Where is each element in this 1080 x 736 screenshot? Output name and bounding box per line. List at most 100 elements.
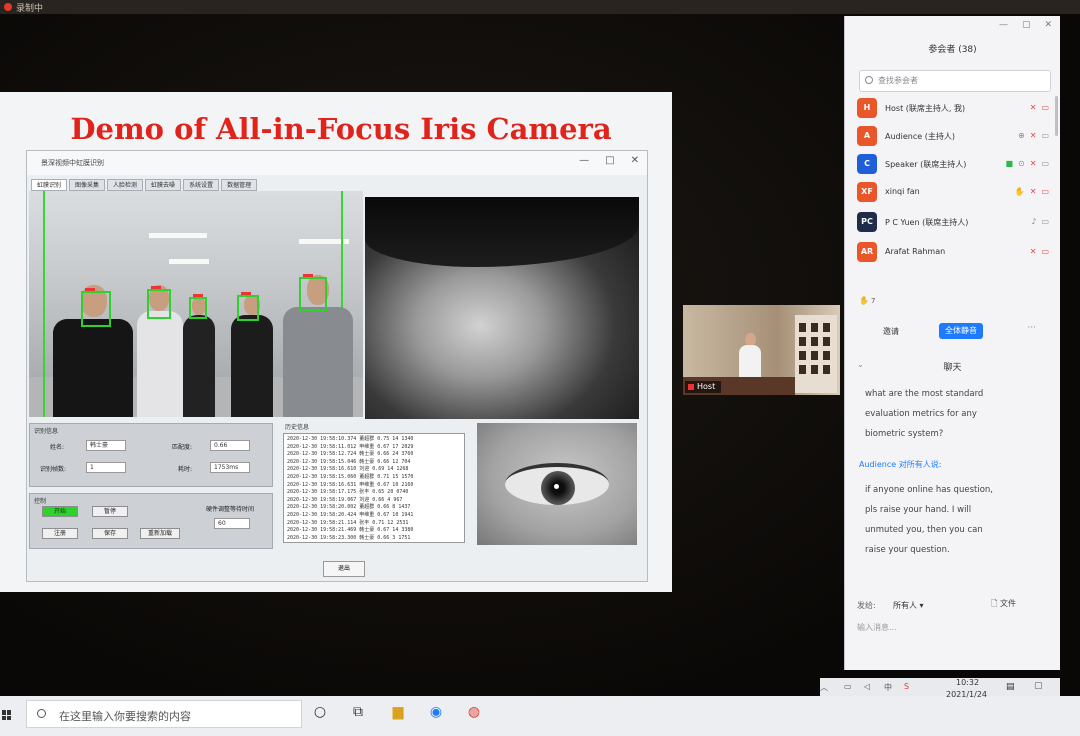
participant-row[interactable]: H Host (联席主持人, 我) ✕ ▭ <box>857 96 1053 122</box>
taskbar-search-input[interactable]: 在这里输入你要搜索的内容 <box>26 700 302 728</box>
log-line: 2020-12-30 19:58:15.060 董超群 0.71 15 1570 <box>287 473 414 480</box>
face-detection-box <box>189 294 207 319</box>
wait-time-stepper[interactable]: 60 <box>214 518 250 529</box>
app-tabs: 虹膜识别 图像采集 人脸检测 虹膜去噪 系统设置 数据管理 <box>31 179 258 191</box>
zoom-app-icon[interactable]: ◉ <box>426 702 446 722</box>
tab-image-capture[interactable]: 图像采集 <box>69 179 106 191</box>
recording-bar: 录制中 <box>0 0 1080 14</box>
avatar: PC <box>857 212 877 232</box>
send-to-select[interactable]: 所有人 ▾ <box>893 600 924 611</box>
file-button[interactable]: 🗋 文件 <box>991 598 1016 612</box>
participant-row[interactable]: XF xinqi fan ✋ ✕ ▭ <box>857 180 1053 206</box>
recording-label: 录制中 <box>16 4 44 14</box>
log-line: 2020-12-30 19:58:21.114 张丰 0.71 12 2531 <box>287 519 409 526</box>
speaker-icon[interactable]: ◁ <box>864 682 870 691</box>
close-icon[interactable]: ✕ <box>631 155 639 166</box>
chevron-up-icon[interactable]: ︿ <box>820 682 828 693</box>
face-detection-box <box>81 288 111 327</box>
shared-screen: Demo of All-in-Focus Iris Camera 景深视频中虹膜… <box>0 92 672 592</box>
ime-icon[interactable]: 中 <box>884 682 892 693</box>
host-name-tag: Host <box>685 381 722 393</box>
action-center-icon[interactable]: ▢ <box>1034 681 1043 691</box>
avatar: H <box>857 98 877 118</box>
start-button[interactable]: 开始 <box>42 506 78 517</box>
chrome-icon[interactable]: ◍ <box>464 702 484 722</box>
chat-message: if anyone online has question, pls raise… <box>865 485 993 555</box>
clock-time: 10:32 <box>956 678 980 687</box>
app-title: 景深视频中虹膜识别 <box>41 159 104 167</box>
ceiling-light <box>169 259 209 264</box>
reload-button[interactable]: 重新加载 <box>140 528 180 539</box>
close-icon[interactable]: ✕ <box>1044 20 1052 30</box>
maximize-icon[interactable]: ▢ <box>1022 20 1031 30</box>
face-detection-box <box>299 274 327 311</box>
eye <box>505 463 609 505</box>
time-label: 耗时: <box>178 466 193 473</box>
minimize-icon[interactable]: — <box>999 20 1008 30</box>
file-icon: 🗋 <box>991 599 1000 608</box>
notification-icon[interactable]: ▤ <box>1006 682 1015 692</box>
participant-name: P C Yuen (联席主持人) <box>885 218 969 227</box>
name-field: 韩士豪 <box>86 440 126 451</box>
participant-row[interactable]: PC P C Yuen (联席主持人) ♪ ▭ <box>857 210 1053 236</box>
participant-name: Audience (主持人) <box>885 132 955 141</box>
invite-button[interactable]: 邀请 <box>883 326 899 337</box>
maximize-icon[interactable]: □ <box>605 155 614 166</box>
tab-system-settings[interactable]: 系统设置 <box>183 179 220 191</box>
face-detection-box <box>237 292 259 321</box>
register-button[interactable]: 注册 <box>42 528 78 539</box>
tab-iris-recognition[interactable]: 虹膜识别 <box>31 179 68 191</box>
participants-title: 参会者 (38) <box>928 45 977 55</box>
tab-data-management[interactable]: 数据管理 <box>221 179 258 191</box>
mic-muted-icon: ✕ <box>1029 131 1037 140</box>
video-off-icon: ▭ <box>1041 103 1049 112</box>
roi-boundary-left <box>43 191 45 417</box>
video-icon: ▭ <box>1041 217 1049 226</box>
participant-row[interactable]: A Audience (主持人) ⊕ ✕ ▭ <box>857 124 1053 150</box>
system-tray-strip: ︿ ▭ ◁ 中 S ▤ ▢ <box>820 678 1060 696</box>
mic-muted-icon: ✕ <box>1029 103 1037 112</box>
network-icon[interactable]: ▭ <box>844 682 852 691</box>
panel-title: 识别信息 <box>34 428 59 435</box>
file-explorer-icon[interactable]: ▆ <box>388 702 408 722</box>
video-off-icon: ▭ <box>1041 247 1049 256</box>
tab-face-detection[interactable]: 人脸检测 <box>107 179 144 191</box>
participant-name: Host (联席主持人, 我) <box>885 104 966 113</box>
history-title: 历史信息 <box>285 424 310 431</box>
speaker-video-thumbnail[interactable]: Host <box>683 305 840 395</box>
video-icon: ▭ <box>1041 131 1049 140</box>
antivirus-icon[interactable]: S <box>904 682 909 691</box>
participant-name: xinqi fan <box>885 187 920 196</box>
meeting-side-panel: — ▢ ✕ 参会者 (38) 查找参会者 H Host (联席主持人, 我) ✕… <box>844 16 1060 670</box>
task-view-icon[interactable]: ⧉ <box>348 702 368 722</box>
participant-row[interactable]: AR Arafat Rahman ✕ ▭ <box>857 240 1053 266</box>
avatar: C <box>857 154 877 174</box>
participants-scrollbar[interactable] <box>1055 96 1058 136</box>
avatar: XF <box>857 182 877 202</box>
mic-muted-icon: ✕ <box>1029 187 1037 196</box>
pause-button-top[interactable]: 暂停 <box>92 506 128 517</box>
history-log: 2020-12-30 19:58:10.374 董超群 0.75 14 1340… <box>283 433 465 543</box>
windows-start-icon[interactable] <box>2 710 12 720</box>
cortana-icon[interactable]: ○ <box>310 702 330 722</box>
mute-all-button[interactable]: 全体静音 <box>939 323 983 339</box>
scene-camera-view <box>29 191 363 417</box>
file-label: 文件 <box>999 599 1016 608</box>
participant-search-input[interactable]: 查找参会者 <box>859 70 1051 92</box>
more-options-icon[interactable]: ··· <box>1027 323 1036 333</box>
exit-button[interactable]: 退出 <box>323 561 365 577</box>
participant-row[interactable]: C Speaker (联席主持人) ■ ⊙ ✕ ▭ <box>857 152 1053 178</box>
mic-icon: ♪ <box>1031 217 1037 226</box>
chevron-down-icon[interactable]: ⌄ <box>857 360 864 369</box>
save-button[interactable]: 保存 <box>92 528 128 539</box>
minimize-icon[interactable]: — <box>579 155 589 166</box>
tab-iris-denoise[interactable]: 虹膜去噪 <box>145 179 182 191</box>
log-line: 2020-12-30 19:58:20.002 董超群 0.66 8 1437 <box>287 504 411 511</box>
chat-message: what are the most standard evaluation me… <box>865 389 984 439</box>
chat-input[interactable]: 输入消息... <box>857 622 897 633</box>
log-line: 2020-12-30 19:58:21.469 韩士豪 0.67 14 3380 <box>287 527 414 534</box>
send-to-label: 发给: <box>857 601 876 610</box>
mic-muted-icon: ✕ <box>1029 159 1037 168</box>
video-off-icon: ▭ <box>1041 187 1049 196</box>
panel-title: 控制 <box>34 498 47 505</box>
